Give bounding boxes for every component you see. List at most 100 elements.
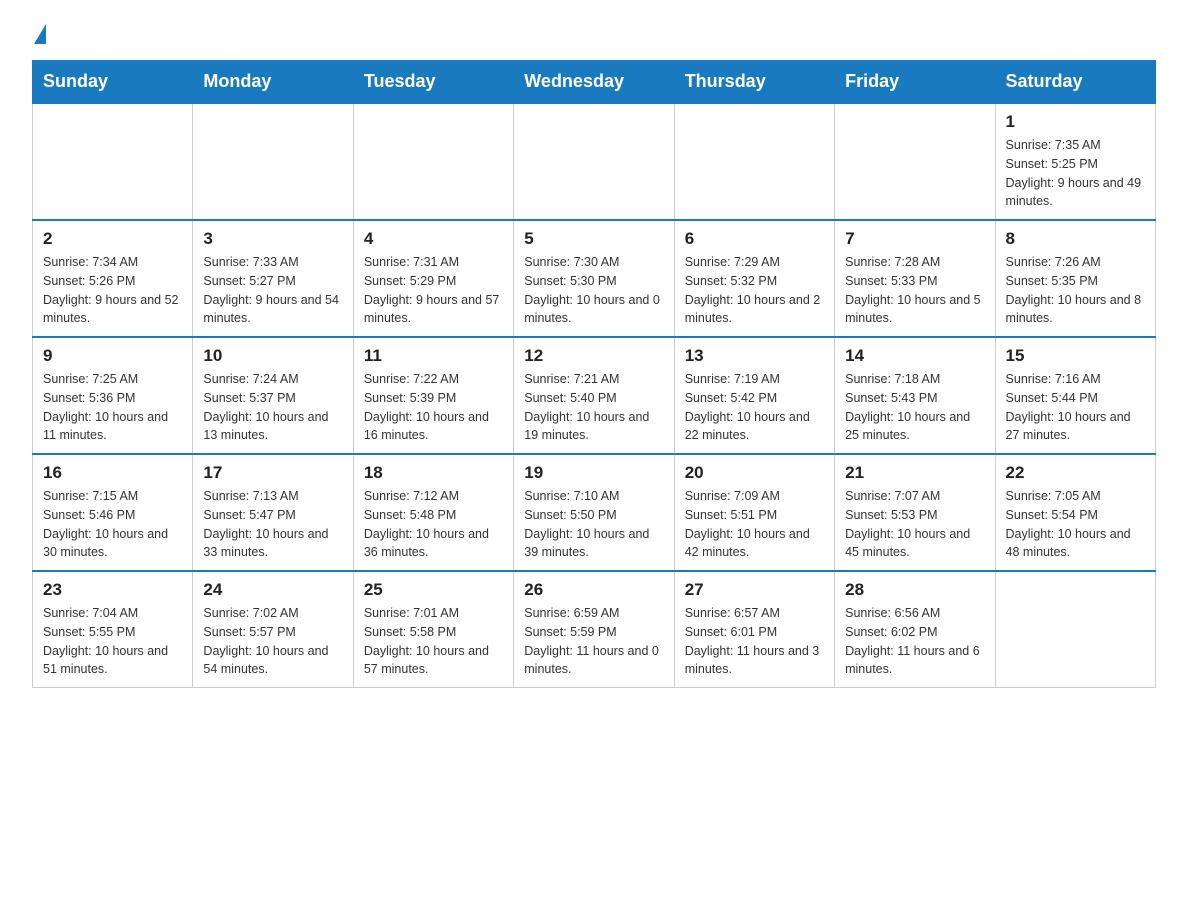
calendar-cell: 25 Sunrise: 7:01 AM Sunset: 5:58 PM Dayli… <box>353 571 513 688</box>
day-info: Sunrise: 7:02 AM Sunset: 5:57 PM Dayligh… <box>203 604 342 679</box>
day-number: 4 <box>364 229 503 249</box>
day-number: 15 <box>1006 346 1145 366</box>
header-wednesday: Wednesday <box>514 61 674 104</box>
calendar-cell: 26Sunrise: 6:59 AM Sunset: 5:59 PM Dayli… <box>514 571 674 688</box>
day-info: Sunrise: 7:24 AM Sunset: 5:37 PM Dayligh… <box>203 370 342 445</box>
header-tuesday: Tuesday <box>353 61 513 104</box>
calendar-cell: 12 Sunrise: 7:21 AM Sunset: 5:40 PM Dayli… <box>514 337 674 454</box>
day-number: 16 <box>43 463 182 483</box>
day-number: 9 <box>43 346 182 366</box>
page-header <box>32 24 1156 44</box>
day-info: Sunrise: 6:56 AM Sunset: 6:02 PM Dayligh… <box>845 604 984 679</box>
calendar-cell: 24 Sunrise: 7:02 AM Sunset: 5:57 PM Dayli… <box>193 571 353 688</box>
day-info: Sunrise: 7:15 AM Sunset: 5:46 PM Dayligh… <box>43 487 182 562</box>
calendar-week-row: 9 Sunrise: 7:25 AM Sunset: 5:36 PM Daylig… <box>33 337 1156 454</box>
day-number: 24 <box>203 580 342 600</box>
logo-triangle-icon <box>34 24 46 44</box>
calendar-cell: 8 Sunrise: 7:26 AM Sunset: 5:35 PM Daylig… <box>995 220 1155 337</box>
calendar-week-row: 2Sunrise: 7:34 AM Sunset: 5:26 PM Daylig… <box>33 220 1156 337</box>
day-info: Sunrise: 7:35 AM Sunset: 5:25 PM Dayligh… <box>1006 136 1145 211</box>
day-number: 11 <box>364 346 503 366</box>
day-number: 28 <box>845 580 984 600</box>
calendar-cell <box>193 103 353 220</box>
day-info: Sunrise: 7:25 AM Sunset: 5:36 PM Dayligh… <box>43 370 182 445</box>
day-number: 8 <box>1006 229 1145 249</box>
calendar-cell: 2Sunrise: 7:34 AM Sunset: 5:26 PM Daylig… <box>33 220 193 337</box>
calendar-cell <box>674 103 834 220</box>
calendar-cell <box>33 103 193 220</box>
calendar-cell: 28 Sunrise: 6:56 AM Sunset: 6:02 PM Dayli… <box>835 571 995 688</box>
day-info: Sunrise: 7:19 AM Sunset: 5:42 PM Dayligh… <box>685 370 824 445</box>
header-friday: Friday <box>835 61 995 104</box>
day-info: Sunrise: 7:10 AM Sunset: 5:50 PM Dayligh… <box>524 487 663 562</box>
logo <box>32 24 48 44</box>
day-number: 23 <box>43 580 182 600</box>
header-sunday: Sunday <box>33 61 193 104</box>
day-number: 2 <box>43 229 182 249</box>
day-number: 3 <box>203 229 342 249</box>
calendar-cell <box>514 103 674 220</box>
day-info: Sunrise: 6:57 AM Sunset: 6:01 PM Dayligh… <box>685 604 824 679</box>
calendar-week-row: 23Sunrise: 7:04 AM Sunset: 5:55 PM Dayli… <box>33 571 1156 688</box>
day-info: Sunrise: 7:31 AM Sunset: 5:29 PM Dayligh… <box>364 253 503 328</box>
calendar-cell: 15 Sunrise: 7:16 AM Sunset: 5:44 PM Dayli… <box>995 337 1155 454</box>
day-number: 1 <box>1006 112 1145 132</box>
calendar-cell: 13 Sunrise: 7:19 AM Sunset: 5:42 PM Dayli… <box>674 337 834 454</box>
day-info: Sunrise: 7:29 AM Sunset: 5:32 PM Dayligh… <box>685 253 824 328</box>
day-number: 27 <box>685 580 824 600</box>
day-number: 25 <box>364 580 503 600</box>
day-info: Sunrise: 7:22 AM Sunset: 5:39 PM Dayligh… <box>364 370 503 445</box>
day-info: Sunrise: 7:13 AM Sunset: 5:47 PM Dayligh… <box>203 487 342 562</box>
day-number: 17 <box>203 463 342 483</box>
header-thursday: Thursday <box>674 61 834 104</box>
day-number: 6 <box>685 229 824 249</box>
day-number: 10 <box>203 346 342 366</box>
day-number: 20 <box>685 463 824 483</box>
calendar-cell: 11 Sunrise: 7:22 AM Sunset: 5:39 PM Dayli… <box>353 337 513 454</box>
day-info: Sunrise: 7:21 AM Sunset: 5:40 PM Dayligh… <box>524 370 663 445</box>
day-info: Sunrise: 7:28 AM Sunset: 5:33 PM Dayligh… <box>845 253 984 328</box>
day-number: 7 <box>845 229 984 249</box>
calendar-cell: 22 Sunrise: 7:05 AM Sunset: 5:54 PM Dayli… <box>995 454 1155 571</box>
day-number: 5 <box>524 229 663 249</box>
day-number: 13 <box>685 346 824 366</box>
calendar-cell: 20 Sunrise: 7:09 AM Sunset: 5:51 PM Dayli… <box>674 454 834 571</box>
day-info: Sunrise: 7:18 AM Sunset: 5:43 PM Dayligh… <box>845 370 984 445</box>
calendar-table: SundayMondayTuesdayWednesdayThursdayFrid… <box>32 60 1156 688</box>
day-number: 19 <box>524 463 663 483</box>
calendar-cell: 18 Sunrise: 7:12 AM Sunset: 5:48 PM Dayli… <box>353 454 513 571</box>
calendar-cell: 23Sunrise: 7:04 AM Sunset: 5:55 PM Dayli… <box>33 571 193 688</box>
calendar-week-row: 1 Sunrise: 7:35 AM Sunset: 5:25 PM Daylig… <box>33 103 1156 220</box>
day-info: Sunrise: 7:01 AM Sunset: 5:58 PM Dayligh… <box>364 604 503 679</box>
calendar-cell: 4 Sunrise: 7:31 AM Sunset: 5:29 PM Daylig… <box>353 220 513 337</box>
day-info: Sunrise: 7:09 AM Sunset: 5:51 PM Dayligh… <box>685 487 824 562</box>
day-number: 14 <box>845 346 984 366</box>
day-info: Sunrise: 7:07 AM Sunset: 5:53 PM Dayligh… <box>845 487 984 562</box>
calendar-cell: 14 Sunrise: 7:18 AM Sunset: 5:43 PM Dayli… <box>835 337 995 454</box>
calendar-cell <box>995 571 1155 688</box>
calendar-week-row: 16 Sunrise: 7:15 AM Sunset: 5:46 PM Dayli… <box>33 454 1156 571</box>
calendar-cell: 6 Sunrise: 7:29 AM Sunset: 5:32 PM Daylig… <box>674 220 834 337</box>
calendar-cell: 21 Sunrise: 7:07 AM Sunset: 5:53 PM Dayli… <box>835 454 995 571</box>
calendar-header-row: SundayMondayTuesdayWednesdayThursdayFrid… <box>33 61 1156 104</box>
day-info: Sunrise: 7:05 AM Sunset: 5:54 PM Dayligh… <box>1006 487 1145 562</box>
calendar-cell: 1 Sunrise: 7:35 AM Sunset: 5:25 PM Daylig… <box>995 103 1155 220</box>
calendar-cell: 5Sunrise: 7:30 AM Sunset: 5:30 PM Daylig… <box>514 220 674 337</box>
calendar-cell: 19 Sunrise: 7:10 AM Sunset: 5:50 PM Dayli… <box>514 454 674 571</box>
calendar-cell: 3 Sunrise: 7:33 AM Sunset: 5:27 PM Daylig… <box>193 220 353 337</box>
calendar-cell: 17 Sunrise: 7:13 AM Sunset: 5:47 PM Dayli… <box>193 454 353 571</box>
day-info: Sunrise: 7:16 AM Sunset: 5:44 PM Dayligh… <box>1006 370 1145 445</box>
calendar-cell: 9 Sunrise: 7:25 AM Sunset: 5:36 PM Daylig… <box>33 337 193 454</box>
day-number: 22 <box>1006 463 1145 483</box>
header-saturday: Saturday <box>995 61 1155 104</box>
day-number: 12 <box>524 346 663 366</box>
day-number: 21 <box>845 463 984 483</box>
day-info: Sunrise: 7:26 AM Sunset: 5:35 PM Dayligh… <box>1006 253 1145 328</box>
header-monday: Monday <box>193 61 353 104</box>
day-number: 26 <box>524 580 663 600</box>
day-number: 18 <box>364 463 503 483</box>
day-info: Sunrise: 7:33 AM Sunset: 5:27 PM Dayligh… <box>203 253 342 328</box>
calendar-cell: 7 Sunrise: 7:28 AM Sunset: 5:33 PM Daylig… <box>835 220 995 337</box>
calendar-cell <box>835 103 995 220</box>
day-info: Sunrise: 7:12 AM Sunset: 5:48 PM Dayligh… <box>364 487 503 562</box>
